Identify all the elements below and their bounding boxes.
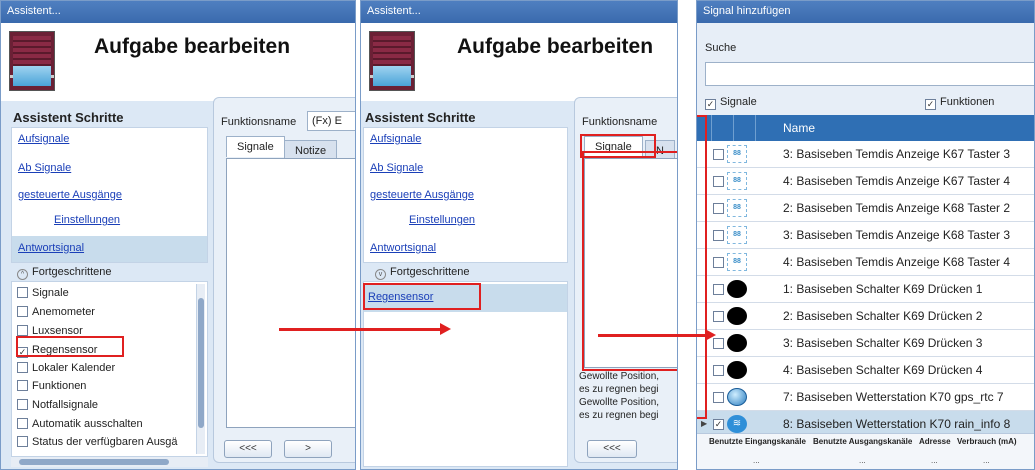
vertical-scrollbar[interactable] <box>196 284 205 454</box>
step-antwortsignal[interactable]: Antwortsignal <box>370 242 436 254</box>
option-funktionen[interactable]: Funktionen <box>17 380 86 392</box>
advanced-label: Fortgeschrittene <box>32 266 112 278</box>
advanced-list: Signale Anemometer Luxsensor ✓ Regensenso… <box>11 281 208 457</box>
table-row[interactable]: 2: Basiseben Schalter K69 Drücken 2 <box>697 303 1034 330</box>
search-input[interactable] <box>705 62 1034 86</box>
blind-icon <box>369 31 415 91</box>
option-lokaler-kalender[interactable]: Lokaler Kalender <box>17 362 115 374</box>
signal-list-area <box>226 158 355 428</box>
step-antwortsignal[interactable]: Antwortsignal <box>12 236 207 262</box>
option-anemometer[interactable]: Anemometer <box>17 306 95 318</box>
middle-wizard-window: Assistent... Aufgabe bearbeiten Assisten… <box>360 0 678 470</box>
highlight-regensensor <box>16 336 124 357</box>
table-row[interactable]: 88 4: Basiseben Temdis Anzeige K68 Taster… <box>697 249 1034 276</box>
table-row[interactable]: 88 3: Basiseben Temdis Anzeige K68 Taster… <box>697 222 1034 249</box>
function-panel: Funktionsname (Fx) E Signale Notize <<< … <box>213 97 355 463</box>
step-aufsignale[interactable]: Aufsignale <box>18 133 69 145</box>
notes-text: Gewollte Position, es zu regnen begi Gewol… <box>579 371 660 421</box>
window-title: Signal hinzufügen <box>697 1 1034 23</box>
left-wizard-window: Assistent... Aufgabe bearbeiten Assisten… <box>0 0 356 470</box>
step-aufsignale[interactable]: Aufsignale <box>370 133 421 145</box>
table-row[interactable]: 88 3: Basiseben Temdis Anzeige K67 Taster… <box>697 141 1034 168</box>
option-notfallsignale[interactable]: Notfallsignale <box>17 399 98 411</box>
row-pointer-icon: ▶ <box>701 419 708 428</box>
segment-display-icon: 88 <box>727 253 747 271</box>
add-signal-window: Signal hinzufügen Suche ✓ Signale ✓ Funkti… <box>696 0 1035 470</box>
footer-header-eingang: Benutzte Eingangskanäle <box>709 437 806 446</box>
table-row[interactable]: 4: Basiseben Schalter K69 Drücken 4 <box>697 357 1034 384</box>
previous-button[interactable]: <<< <box>224 440 272 458</box>
signal-grid: Name 88 3: Basiseben Temdis Anzeige K67 T… <box>697 115 1034 438</box>
tab-signale[interactable]: Signale <box>226 136 285 157</box>
header: Aufgabe bearbeiten <box>361 23 677 101</box>
globe-icon <box>727 388 747 406</box>
switch-icon <box>727 280 747 298</box>
window-title: Assistent... <box>361 1 677 23</box>
wireless-icon: ≋ <box>727 415 747 433</box>
steps-list: Aufsignale Ab Signale gesteuerte Ausgäng… <box>363 127 568 263</box>
highlight-signal-area <box>582 151 677 371</box>
page-title: Aufgabe bearbeiten <box>457 35 654 58</box>
option-signale[interactable]: Signale <box>17 287 69 299</box>
steps-title: Assistent Schritte <box>365 110 476 125</box>
step-ab-signale[interactable]: Ab Signale <box>18 162 71 174</box>
footer-header-adresse: Adresse <box>919 437 951 446</box>
next-button[interactable]: > <box>284 440 332 458</box>
highlight-new-signals <box>697 115 707 419</box>
footer-value-verbrauch: ... <box>983 456 990 465</box>
switch-icon <box>727 334 747 352</box>
advanced-label: Fortgeschrittene <box>390 266 470 278</box>
blind-icon <box>9 31 55 91</box>
segment-display-icon: 88 <box>727 172 747 190</box>
table-row[interactable]: 1: Basiseben Schalter K69 Drücken 1 <box>697 276 1034 303</box>
step-ab-signale[interactable]: Ab Signale <box>370 162 423 174</box>
arrow-right-2 <box>598 329 716 341</box>
filter-funktionen[interactable]: ✓ Funktionen <box>925 96 994 110</box>
footer-value-ausgang: ... <box>859 456 866 465</box>
step-gesteuerte-ausgaenge[interactable]: gesteuerte Ausgänge <box>18 189 122 201</box>
step-einstellungen[interactable]: Einstellungen <box>409 214 475 226</box>
arrow-right-1 <box>279 323 451 335</box>
channel-summary: Benutzte Eingangskanäle Benutzte Ausgang… <box>697 433 1034 469</box>
table-row[interactable]: 3: Basiseben Schalter K69 Drücken 3 <box>697 330 1034 357</box>
table-row[interactable]: 88 2: Basiseben Temdis Anzeige K68 Taster… <box>697 195 1034 222</box>
advanced-toggle[interactable]: v Fortgeschrittene <box>375 266 469 280</box>
window-title: Assistent... <box>1 1 355 23</box>
option-status[interactable]: Status der verfügbaren Ausgä <box>17 436 178 448</box>
steps-title: Assistent Schritte <box>13 110 124 125</box>
switch-icon <box>727 307 747 325</box>
highlight-regensensor <box>363 283 481 310</box>
previous-button[interactable]: <<< <box>587 440 637 458</box>
segment-display-icon: 88 <box>727 145 747 163</box>
footer-header-ausgang: Benutzte Ausgangskanäle <box>813 437 913 446</box>
footer-value-eingang: ... <box>753 456 760 465</box>
steps-list: Aufsignale Ab Signale gesteuerte Ausgäng… <box>11 127 208 263</box>
grid-header: Name <box>697 115 1034 141</box>
switch-icon <box>727 361 747 379</box>
option-automatik-ausschalten[interactable]: Automatik ausschalten <box>17 418 143 430</box>
funktionsname-label: Funktionsname <box>582 116 658 128</box>
header: Aufgabe bearbeiten <box>1 23 355 101</box>
filter-signale[interactable]: ✓ Signale <box>705 96 757 110</box>
chevron-down-icon: v <box>375 269 386 280</box>
segment-display-icon: 88 <box>727 226 747 244</box>
search-label: Suche <box>705 42 737 54</box>
step-einstellungen[interactable]: Einstellungen <box>54 214 120 226</box>
funktionsname-input[interactable]: (Fx) E <box>307 111 355 131</box>
segment-display-icon: 88 <box>727 199 747 217</box>
step-gesteuerte-ausgaenge[interactable]: gesteuerte Ausgänge <box>370 189 474 201</box>
table-row[interactable]: 88 4: Basiseben Temdis Anzeige K67 Taster… <box>697 168 1034 195</box>
chevron-up-icon: ^ <box>17 269 28 280</box>
advanced-toggle[interactable]: ^ Fortgeschrittene <box>17 266 111 280</box>
funktionsname-label: Funktionsname <box>221 116 297 128</box>
column-name[interactable]: Name <box>783 121 815 135</box>
footer-value-adresse: ... <box>931 456 938 465</box>
table-row[interactable]: 7: Basiseben Wetterstation K70 gps_rtc 7 <box>697 384 1034 411</box>
footer-header-verbrauch: Verbrauch (mA) <box>957 437 1017 446</box>
horizontal-scrollbar[interactable] <box>11 457 208 467</box>
page-title: Aufgabe bearbeiten <box>94 35 291 58</box>
